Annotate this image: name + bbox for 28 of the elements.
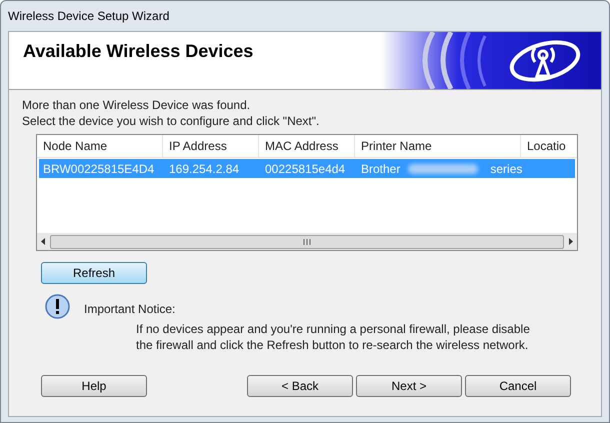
table-cell-text: Brother: [360, 160, 400, 178]
horizontal-scrollbar[interactable]: [37, 233, 577, 250]
dialog-button[interactable]: Next >: [356, 375, 462, 397]
grip-icon: [303, 238, 311, 244]
refresh-button[interactable]: Refresh: [41, 262, 147, 284]
notice-text: If no devices appear and you're running a personal firewall, please disable the firewall and click the Refresh button to re-search the wireless network.: [136, 321, 531, 353]
window-title: Wireless Device Setup Wizard: [8, 8, 170, 25]
instruction-text: Select the device you wish to configure and click "Next".: [22, 113, 320, 129]
dialog-button[interactable]: Help: [41, 375, 147, 397]
table-cell-text: 00225815e4d4: [264, 160, 346, 178]
column-header[interactable]: Locatio: [521, 135, 577, 157]
dialog-button[interactable]: Cancel: [465, 375, 571, 397]
exclamation-icon: [45, 294, 70, 319]
table-cell-text: series: [490, 160, 522, 178]
scrollbar-thumb[interactable]: [50, 234, 564, 248]
table-cell-text: BRW00225815E4D4: [42, 160, 156, 178]
notice-title: Important Notice:: [84, 300, 176, 318]
instruction-text: More than one Wireless Device was found.: [22, 97, 252, 113]
dialog-button[interactable]: < Back: [247, 375, 353, 397]
scroll-left-icon[interactable]: [40, 238, 46, 245]
page-heading: Available Wireless Devices: [23, 40, 254, 63]
scroll-right-icon[interactable]: [568, 238, 574, 245]
column-header[interactable]: MAC Address: [259, 135, 355, 157]
column-header[interactable]: Printer Name: [355, 135, 521, 157]
column-header[interactable]: Node Name: [37, 135, 163, 157]
table-cell-text: 169.254.2.84: [168, 160, 240, 178]
column-header[interactable]: IP Address: [163, 135, 259, 157]
redaction-blur: [408, 164, 478, 174]
